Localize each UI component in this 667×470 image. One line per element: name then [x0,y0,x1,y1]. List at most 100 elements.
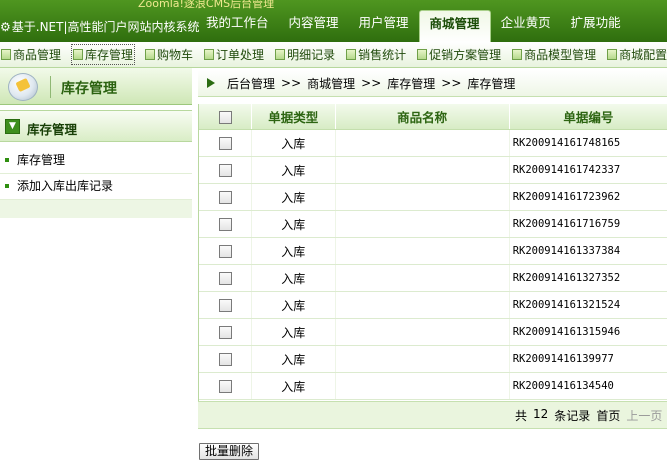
table-row[interactable]: 入库 RK200914161315946 [199,318,667,346]
subnav-label: 明细记录 [287,48,336,62]
row-select-cell [199,264,253,292]
tab-shop[interactable]: 商城管理 [418,10,491,42]
cell-record-number: RK200914161321524 [509,291,667,319]
subnav-promotions[interactable]: 促销方案管理 [416,44,502,65]
pager-first[interactable]: 首页 [596,407,620,424]
page-icon [73,49,84,60]
column-header-name[interactable]: 商品名称 [335,104,510,130]
cell-record-number: RK200914161716759 [509,210,667,238]
table-row[interactable]: 入库 RK200914161723962 [199,183,667,211]
breadcrumb-item[interactable]: 库存管理 [387,75,435,92]
select-all-checkbox[interactable] [218,111,232,124]
cell-type: 入库 [251,291,336,319]
cell-type: 入库 [251,372,336,400]
gear-icon: ⚙ [0,20,11,34]
column-header-type[interactable]: 单据类型 [251,104,336,130]
table-row[interactable]: 入库 RK200914161716759 [199,210,667,238]
page-icon [275,49,286,60]
row-select-cell [199,129,253,157]
page-icon [1,49,11,60]
sidebar-title: 库存管理 [61,81,117,97]
sidebar-header: 库存管理 [0,68,192,105]
row-select-cell [199,318,253,346]
cell-product-name [335,237,510,265]
row-checkbox[interactable] [218,326,232,339]
subnav-orders[interactable]: 订单处理 [203,44,265,65]
cell-type: 入库 [251,318,336,346]
batch-delete-button[interactable]: 批量删除 [199,443,260,460]
cell-type: 入库 [251,345,336,373]
cell-record-number: RK20091416134540 [509,372,667,400]
tab-content[interactable]: 内容管理 [279,10,349,42]
cell-product-name [335,372,510,400]
subnav-label: 促销方案管理 [429,48,502,62]
subnav-label: 订单处理 [216,48,265,62]
tab-extensions[interactable]: 扩展功能 [561,10,631,42]
breadcrumb: 后台管理 >> 商城管理 >> 库存管理 >> 库存管理 [198,70,667,97]
cell-product-name [335,291,510,319]
subnav-inventory[interactable]: 库存管理 [71,44,136,65]
row-checkbox[interactable] [218,218,232,231]
table-row[interactable]: 入库 RK200914161337384 [199,237,667,265]
cell-type: 入库 [251,183,336,211]
cell-product-name [335,183,510,211]
row-select-cell [199,210,253,238]
subnav-label: 库存管理 [85,48,134,62]
subnav-products[interactable]: 商品管理 [0,44,62,65]
sidebar-item-add-record[interactable]: 添加入库出库记录 [0,174,192,200]
subnav-label: 商品模型管理 [524,48,597,62]
row-checkbox[interactable] [218,380,232,393]
table-row[interactable]: 入库 RK20091416139977 [199,345,667,373]
row-checkbox[interactable] [218,353,232,366]
cell-product-name [335,129,510,157]
cell-record-number: RK200914161315946 [509,318,667,346]
row-checkbox[interactable] [218,272,232,285]
subnav-shop-config[interactable]: 商城配置 [606,44,667,65]
subnav-product-models[interactable]: 商品模型管理 [511,44,597,65]
page-icon [204,49,215,60]
subnav-details[interactable]: 明细记录 [274,44,336,65]
cell-product-name [335,318,510,346]
cell-product-name [335,210,510,238]
table-row[interactable]: 入库 RK20091416134540 [199,372,667,400]
subnav-sales[interactable]: 销售统计 [345,44,407,65]
breadcrumb-item[interactable]: 后台管理 [227,75,275,92]
row-checkbox[interactable] [218,164,232,177]
tab-label: 扩展功能 [570,15,621,30]
table-row[interactable]: 入库 RK200914161327352 [199,264,667,292]
pager-prev: 上一页 [626,409,663,423]
sidebar-menu: 库存管理 添加入库出库记录 [0,148,192,200]
app-header: Zoomla!逐浪CMS后台管理 ⚙基于.NET|高性能门户网站内核系统 我的工… [0,0,667,42]
collapse-icon[interactable]: ▼ [5,119,20,134]
row-checkbox[interactable] [218,137,232,150]
row-checkbox[interactable] [218,191,232,204]
subnav-cart[interactable]: 购物车 [144,44,194,65]
column-header-number[interactable]: 单据编号 [509,104,667,130]
cell-product-name [335,264,510,292]
row-select-cell [199,237,253,265]
breadcrumb-item[interactable]: 商城管理 [307,75,355,92]
table-row[interactable]: 入库 RK200914161742337 [199,156,667,184]
pager-total-prefix: 共 [515,409,528,423]
shop-subnav: 商品管理 库存管理 购物车 订单处理 明细记录 销售统计 促销方案管理 商品模型… [0,42,667,68]
cell-record-number: RK20091416139977 [509,345,667,373]
play-arrow-icon [207,78,215,88]
row-select-cell [199,345,253,373]
row-select-cell [199,156,253,184]
page-icon [512,49,523,60]
table-row[interactable]: 入库 RK200914161321524 [199,291,667,319]
tab-label: 我的工作台 [206,15,269,30]
row-checkbox[interactable] [218,245,232,258]
tagline: ⚙基于.NET|高性能门户网站内核系统 [0,18,200,35]
page-icon [346,49,357,60]
table-row[interactable]: 入库 RK200914161748165 [199,129,667,157]
tab-users[interactable]: 用户管理 [349,10,419,42]
tab-workbench[interactable]: 我的工作台 [196,10,279,42]
table-header-row: 单据类型 商品名称 单据编号 [199,104,667,130]
sidebar-section[interactable]: ▼ 库存管理 [0,110,192,142]
tab-yellowpages[interactable]: 企业黄页 [491,10,561,42]
sidebar-item-inventory[interactable]: 库存管理 [0,148,192,174]
module-logo-icon [8,73,38,101]
sidebar-item-label: 添加入库出库记录 [17,179,114,193]
row-checkbox[interactable] [218,299,232,312]
